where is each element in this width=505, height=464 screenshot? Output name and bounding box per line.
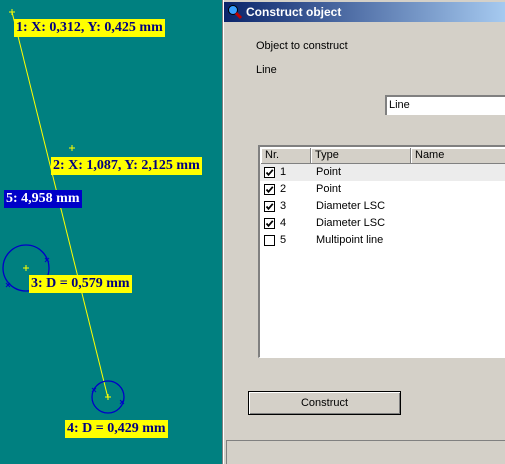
row-type: Multipoint line <box>316 234 384 246</box>
column-nr[interactable]: Nr. <box>261 148 311 164</box>
dialog-title: Construct object <box>246 5 342 19</box>
row-nr: 1 <box>280 166 287 178</box>
measurement-canvas[interactable]: 1: X: 0,312, Y: 0,425 mm 2: X: 1,087, Y:… <box>0 0 222 464</box>
elements-list[interactable]: Nr. Type Name 1 Point 2 Point 3 Diameter… <box>258 145 505 358</box>
list-item[interactable]: 3 Diameter LSC <box>260 198 505 215</box>
object-type-value: Line <box>256 64 277 76</box>
point-marker-2 <box>69 145 75 151</box>
row-checkbox[interactable] <box>264 218 275 229</box>
row-checkbox[interactable] <box>264 184 275 195</box>
diameter-3-label[interactable]: 3: D = 0,579 mm <box>29 275 132 293</box>
line-length-label[interactable]: 5: 4,958 mm <box>4 190 82 208</box>
checkmark-icon <box>265 186 274 194</box>
point-1-label[interactable]: 1: X: 0,312, Y: 0,425 mm <box>14 19 165 37</box>
title-bar[interactable]: Construct object <box>224 2 505 22</box>
construct-button[interactable]: Construct <box>248 391 401 415</box>
row-type: Point <box>316 166 342 178</box>
row-type: Diameter LSC <box>316 200 386 212</box>
point-marker-1 <box>9 9 15 15</box>
status-bar <box>226 440 505 464</box>
list-item[interactable]: 2 Point <box>260 181 505 198</box>
checkmark-icon <box>265 220 274 228</box>
checkmark-icon <box>265 169 274 177</box>
magnifier-icon <box>228 5 243 20</box>
object-type-combo[interactable]: Line <box>385 95 505 115</box>
checkmark-icon <box>265 203 274 211</box>
center-marker-4 <box>105 394 111 400</box>
diameter-4-label[interactable]: 4: D = 0,429 mm <box>65 420 168 438</box>
column-name[interactable]: Name <box>411 148 505 164</box>
canvas-drawing <box>2 9 125 414</box>
construct-object-dialog: Construct object Object to construct Lin… <box>224 0 505 464</box>
row-type: Point <box>316 183 342 195</box>
row-nr: 3 <box>280 200 287 212</box>
list-item[interactable]: 1 Point <box>260 164 505 181</box>
list-item[interactable]: 5 Multipoint line <box>260 232 505 249</box>
row-checkbox[interactable] <box>264 167 275 178</box>
row-checkbox[interactable] <box>264 235 275 246</box>
object-to-construct-label: Object to construct <box>256 40 348 52</box>
point-2-label[interactable]: 2: X: 1,087, Y: 2,125 mm <box>51 157 202 175</box>
row-nr: 5 <box>280 234 287 246</box>
row-checkbox[interactable] <box>264 201 275 212</box>
list-item[interactable]: 4 Diameter LSC <box>260 215 505 232</box>
center-marker-3 <box>23 265 29 271</box>
row-nr: 2 <box>280 183 287 195</box>
row-type: Diameter LSC <box>316 217 386 229</box>
column-type[interactable]: Type <box>311 148 411 164</box>
row-nr: 4 <box>280 217 287 229</box>
